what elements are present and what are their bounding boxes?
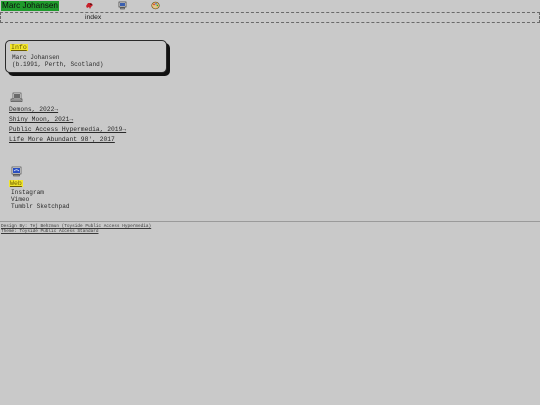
palette-icon[interactable] bbox=[151, 1, 160, 10]
web-link-vimeo[interactable]: Vimeo bbox=[11, 196, 29, 203]
site-title[interactable]: Marc Johansen bbox=[1, 1, 59, 11]
artist-name: Marc Johansen bbox=[12, 54, 60, 61]
project-link-life-more-abundant[interactable]: Life More Abundant 98', 2017 bbox=[9, 136, 115, 143]
index-bar: index bbox=[0, 12, 540, 23]
web-icon bbox=[11, 166, 22, 177]
red-bird-icon[interactable] bbox=[85, 1, 94, 10]
web-link-tumblr[interactable]: Tumblr Sketchpad bbox=[11, 203, 70, 210]
web-tag: Web bbox=[9, 180, 23, 187]
artist-birth: (b.1991, Perth, Scotland) bbox=[12, 61, 104, 68]
web-link-instagram[interactable]: Instagram bbox=[11, 189, 44, 196]
info-card: Info Marc Johansen (b.1991, Perth, Scotl… bbox=[5, 40, 167, 73]
projects-icon bbox=[10, 92, 23, 102]
project-link-public-access[interactable]: Public Access Hypermedia, 2019→ bbox=[9, 126, 126, 133]
theme-credit-link[interactable]: Theme: Toyside Public Access Standard bbox=[1, 229, 99, 234]
index-link[interactable]: index bbox=[85, 13, 101, 22]
project-link-shiny-moon[interactable]: Shiny Moon, 2021→ bbox=[9, 116, 73, 123]
info-tag: Info bbox=[10, 44, 28, 51]
top-bar: Marc Johansen bbox=[0, 0, 540, 11]
footer-divider bbox=[0, 221, 540, 222]
computer-icon[interactable] bbox=[118, 1, 127, 10]
project-link-demons[interactable]: Demons, 2022→ bbox=[9, 106, 58, 113]
